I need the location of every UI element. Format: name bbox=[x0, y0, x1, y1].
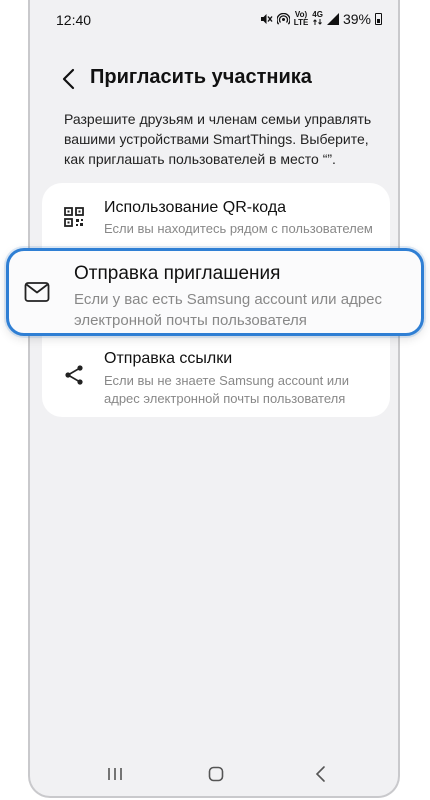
option-send-link-desc: Если вы не знаете Samsung account или ад… bbox=[104, 373, 349, 406]
description-text: Разрешите друзьям и членам семьи управля… bbox=[64, 111, 372, 167]
header: Пригласить участника bbox=[30, 60, 398, 96]
battery-percent: 39% bbox=[342, 11, 371, 27]
option-qr-code-desc: Если вы находитесь рядом с пользователем bbox=[104, 221, 373, 236]
data-arrows-icon bbox=[313, 19, 322, 25]
navigation-bar bbox=[30, 756, 398, 796]
option-send-invitation-desc: Если у вас есть Samsung account или адре… bbox=[74, 291, 383, 329]
option-send-link-title: Отправка ссылки bbox=[104, 350, 233, 367]
status-icons: Vo) LTE 4G 39% bbox=[260, 11, 382, 27]
network-gen-indicator: 4G bbox=[312, 11, 323, 27]
page-title: Пригласить участника bbox=[90, 66, 312, 88]
back-arrow-icon[interactable] bbox=[60, 68, 78, 90]
battery-icon bbox=[375, 13, 382, 25]
nav-back-icon[interactable] bbox=[314, 765, 328, 783]
lte-label: LTE bbox=[293, 18, 309, 27]
recents-icon[interactable] bbox=[106, 766, 124, 782]
home-icon[interactable] bbox=[208, 766, 224, 782]
mail-icon bbox=[24, 282, 50, 302]
option-send-link[interactable]: Отправка ссылки Если вы не знаете Samsun… bbox=[42, 343, 390, 417]
status-bar: 12:40 Vo) LTE 4G 39% bbox=[30, 0, 398, 40]
option-send-invitation[interactable]: Отправка приглашения Если у вас есть Sam… bbox=[6, 248, 424, 336]
signal-icon bbox=[326, 13, 339, 25]
hotspot-icon bbox=[276, 12, 290, 25]
mute-icon bbox=[260, 14, 273, 24]
option-qr-code[interactable]: Использование QR-кода Если вы находитесь… bbox=[42, 183, 390, 247]
network-gen-label: 4G bbox=[312, 10, 323, 19]
option-send-invitation-title: Отправка приглашения bbox=[74, 263, 281, 284]
qr-code-icon bbox=[64, 207, 84, 227]
phone-frame: 12:40 Vo) LTE 4G 39% Пригласить участник… bbox=[28, 0, 400, 798]
share-icon bbox=[65, 365, 83, 385]
status-time: 12:40 bbox=[56, 12, 92, 28]
volte-indicator: Vo) LTE bbox=[294, 11, 309, 27]
option-qr-code-title: Использование QR-кода bbox=[104, 199, 287, 216]
